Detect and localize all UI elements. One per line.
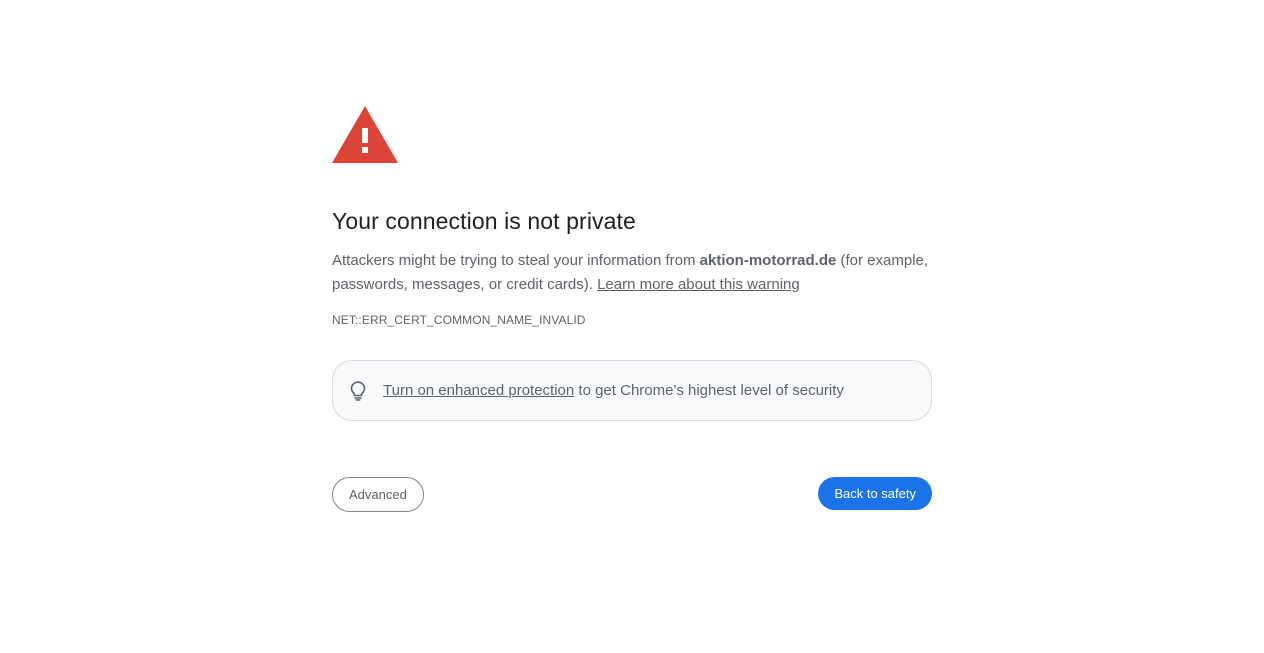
interstitial-content: Your connection is not private Attackers… [332,106,932,512]
warning-explanation: Attackers might be trying to steal your … [332,249,932,297]
interstitial-page: Your connection is not private Attackers… [0,0,1264,653]
enhanced-protection-link[interactable]: Turn on enhanced protection [383,382,574,399]
enhanced-protection-text: Turn on enhanced protection to get Chrom… [383,382,844,399]
button-row: Advanced Back to safety [332,477,932,513]
page-title: Your connection is not private [332,208,636,234]
error-code: NET::ERR_CERT_COMMON_NAME_INVALID [332,313,586,327]
site-domain: aktion-motorrad.de [699,252,837,269]
warning-triangle-icon [332,106,398,163]
enhanced-protection-banner: Turn on enhanced protection to get Chrom… [332,360,932,421]
lightbulb-icon [349,380,367,402]
explanation-prefix: Attackers might be trying to steal your … [332,252,700,269]
learn-more-link[interactable]: Learn more about this warning [597,276,800,293]
advanced-button[interactable]: Advanced [332,477,424,512]
back-to-safety-button[interactable]: Back to safety [818,477,932,510]
enhanced-protection-suffix: to get Chrome's highest level of securit… [574,382,844,399]
